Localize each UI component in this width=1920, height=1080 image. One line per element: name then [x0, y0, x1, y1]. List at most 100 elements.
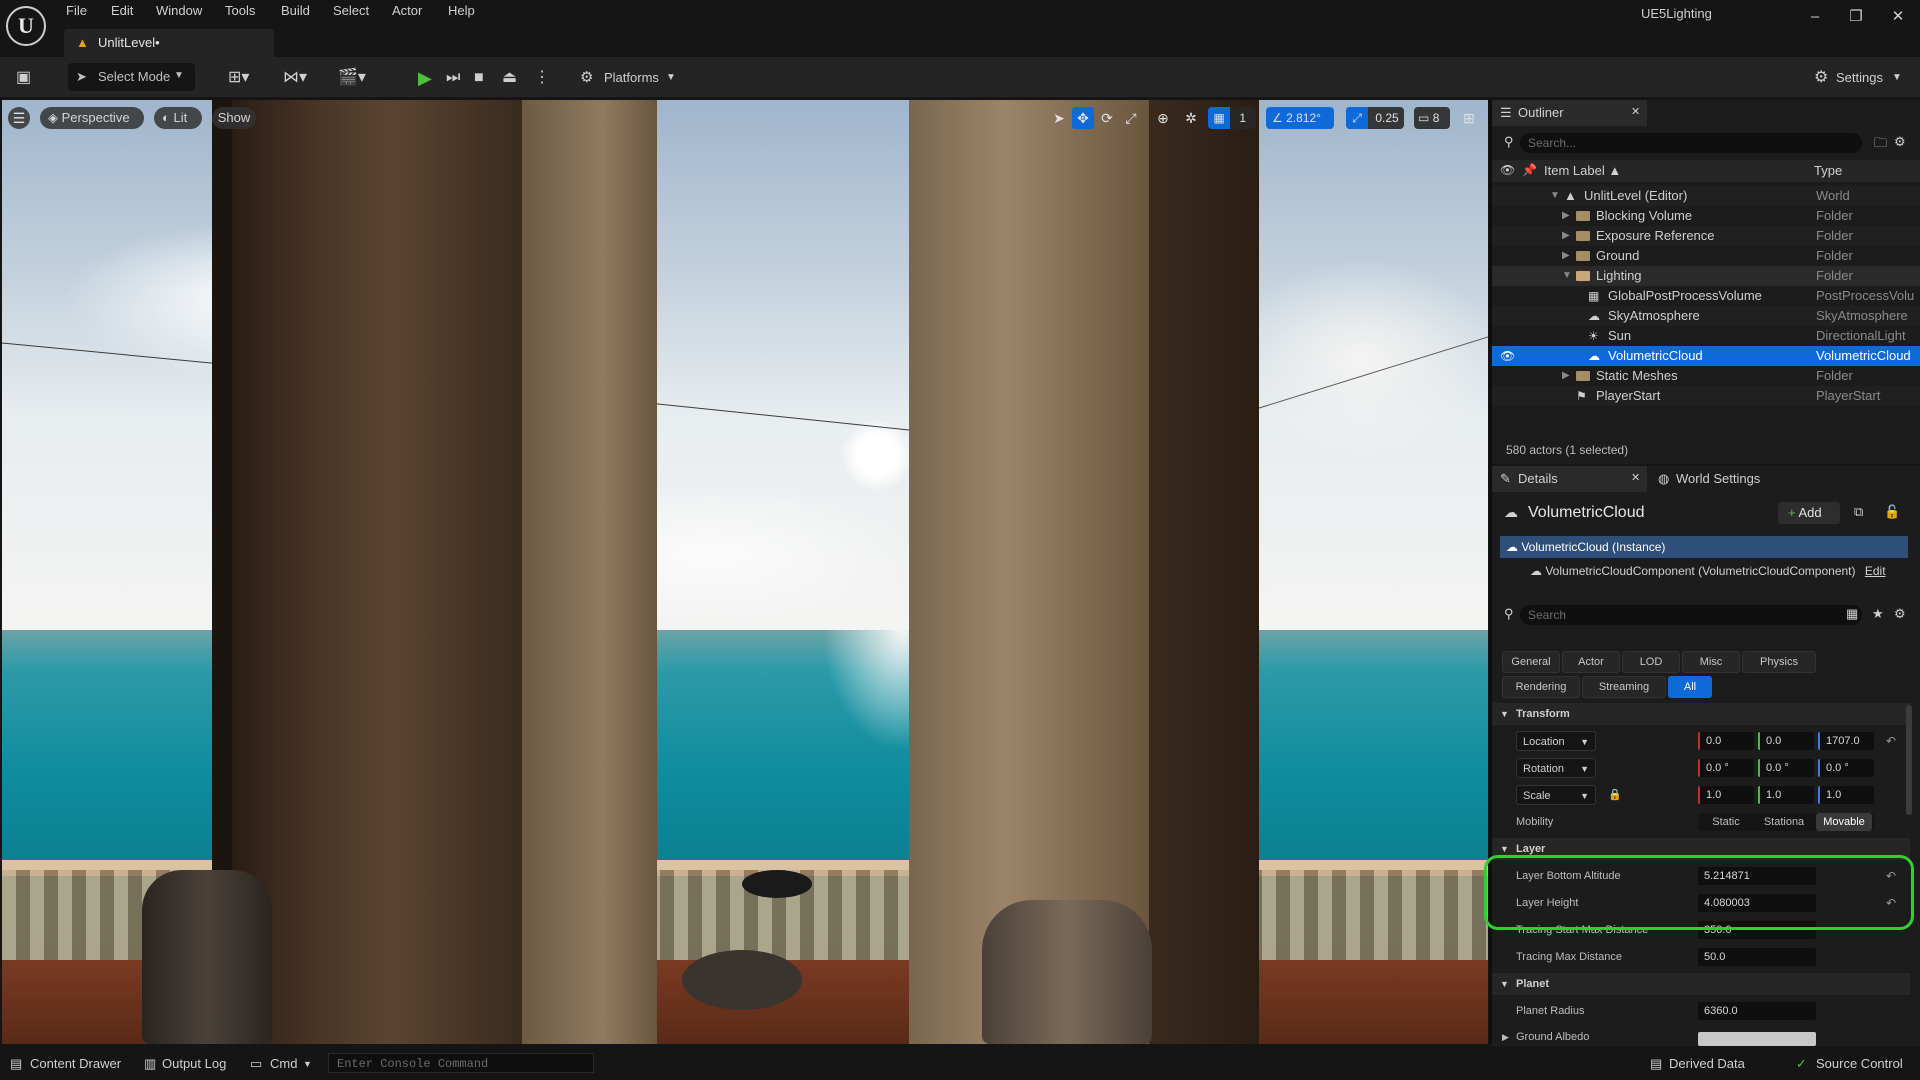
actor-name[interactable]: VolumetricCloud	[1528, 504, 1645, 522]
outliner-row[interactable]: ☁ SkyAtmosphere SkyAtmosphere	[1492, 306, 1920, 326]
outliner-row[interactable]: ▶ Exposure Reference Folder	[1492, 226, 1920, 246]
scale-y-field[interactable]: 1.0	[1758, 786, 1814, 804]
expand-arrow-icon[interactable]: ▶	[1562, 206, 1570, 226]
close-button[interactable]: ✕	[1880, 6, 1916, 28]
location-z-field[interactable]: 1707.0	[1818, 732, 1874, 750]
world-settings-tab[interactable]: ◍ World Settings	[1658, 466, 1788, 492]
outliner-row[interactable]: ▼ ▲ UnlitLevel (Editor) World	[1492, 186, 1920, 206]
viewport-menu-icon[interactable]: ☰	[8, 107, 30, 129]
filter-actor[interactable]: Actor	[1562, 651, 1620, 673]
details-settings-icon[interactable]: ⚙	[1894, 606, 1906, 622]
filter-misc[interactable]: Misc	[1682, 651, 1740, 673]
output-log-button[interactable]: Output Log	[162, 1056, 226, 1071]
menu-build[interactable]: Build	[281, 3, 310, 18]
filter-all[interactable]: All	[1668, 676, 1712, 698]
perspective-button[interactable]: ◈ Perspective	[40, 107, 144, 129]
mobility-static[interactable]: Static	[1698, 813, 1754, 831]
eject-icon[interactable]: ⏏	[502, 65, 517, 91]
lock-icon[interactable]: 🔒	[1608, 782, 1622, 808]
filter-streaming[interactable]: Streaming	[1582, 676, 1666, 698]
filter-general[interactable]: General	[1502, 651, 1560, 673]
settings-button[interactable]: Settings	[1836, 65, 1883, 91]
details-search-input[interactable]: Search	[1520, 605, 1862, 625]
rotate-tool-icon[interactable]: ⟳	[1096, 107, 1118, 129]
expand-arrow-icon[interactable]: ▶	[1562, 366, 1570, 386]
camera-speed[interactable]: ▭ 8	[1414, 107, 1450, 129]
save-icon[interactable]: ▣	[16, 65, 31, 91]
show-button[interactable]: Show	[212, 107, 256, 129]
viewport-layout-icon[interactable]: ⊞	[1458, 107, 1480, 129]
mobility-stationary[interactable]: Stationa	[1756, 813, 1812, 831]
level-tab[interactable]: ▲ UnlitLevel•	[64, 29, 274, 57]
planet-radius-field[interactable]: 6360.0	[1698, 1002, 1816, 1020]
location-x-field[interactable]: 0.0	[1698, 732, 1754, 750]
console-command-input[interactable]: Enter Console Command	[328, 1053, 594, 1073]
cmd-dropdown[interactable]: Cmd	[270, 1056, 297, 1071]
translate-tool-icon[interactable]: ✥	[1072, 107, 1094, 129]
outliner-row[interactable]: ▶ Static Meshes Folder	[1492, 366, 1920, 386]
transform-section[interactable]: ▼ Transform	[1492, 703, 1910, 725]
menu-file[interactable]: File	[66, 3, 87, 18]
filter-lod[interactable]: LOD	[1622, 651, 1680, 673]
close-icon[interactable]: ✕	[1631, 105, 1640, 118]
table-view-icon[interactable]: ▦	[1846, 606, 1858, 622]
rotation-x-field[interactable]: 0.0 °	[1698, 759, 1754, 777]
menu-select[interactable]: Select	[333, 3, 369, 18]
stop-icon[interactable]: ■	[474, 65, 484, 91]
location-y-field[interactable]: 0.0	[1758, 732, 1814, 750]
grid-snap[interactable]: ▦ 1	[1208, 107, 1256, 129]
menu-window[interactable]: Window	[156, 3, 202, 18]
mobility-movable[interactable]: Movable	[1816, 813, 1872, 831]
scale-dropdown[interactable]: Scale ▼	[1516, 785, 1596, 805]
cinematics-icon[interactable]: 🎬▾	[338, 65, 366, 91]
world-local-icon[interactable]: ⊕	[1152, 107, 1174, 129]
outliner-search-input[interactable]: Search...	[1520, 133, 1862, 153]
select-mode-dropdown[interactable]: ➤ Select Mode ▼	[68, 63, 195, 91]
menu-help[interactable]: Help	[448, 3, 475, 18]
lock-icon[interactable]: 🔓	[1884, 504, 1900, 520]
unreal-logo-icon[interactable]: U	[6, 6, 46, 46]
ground-albedo-swatch[interactable]	[1698, 1032, 1816, 1046]
filter-physics[interactable]: Physics	[1742, 651, 1816, 673]
expand-arrow-icon[interactable]: ▼	[1550, 186, 1560, 206]
outliner-row[interactable]: ▼ Lighting Folder	[1492, 266, 1920, 286]
add-folder-icon[interactable]: 🗀	[1874, 134, 1887, 156]
add-component-button[interactable]: + Add	[1778, 502, 1840, 524]
location-dropdown[interactable]: Location ▼	[1516, 731, 1596, 751]
blueprint-icon[interactable]: ⋈▾	[283, 65, 307, 91]
instance-row[interactable]: ☁ VolumetricCloud (Instance)	[1500, 536, 1908, 558]
content-drawer-button[interactable]: Content Drawer	[30, 1056, 121, 1071]
play-icon[interactable]: ▶	[418, 65, 432, 91]
surface-snap-icon[interactable]: ✲	[1180, 107, 1202, 129]
source-control-button[interactable]: Source Control	[1816, 1056, 1903, 1071]
menu-tools[interactable]: Tools	[225, 3, 255, 18]
outliner-settings-icon[interactable]: ⚙	[1894, 134, 1906, 150]
angle-snap[interactable]: ∠ 2.812°	[1266, 107, 1334, 129]
rotation-z-field[interactable]: 0.0 °	[1818, 759, 1874, 777]
derived-data-button[interactable]: Derived Data	[1669, 1056, 1745, 1071]
outliner-row[interactable]: ▦ GlobalPostProcessVolume PostProcessVol…	[1492, 286, 1920, 306]
restore-button[interactable]: ❐	[1838, 6, 1874, 28]
advance-frame-icon[interactable]: ⏭	[446, 65, 460, 91]
component-row[interactable]: ☁ VolumetricCloudComponent (VolumetricCl…	[1500, 560, 1920, 582]
expand-arrow-icon[interactable]: ▶	[1502, 1024, 1509, 1046]
platforms-button[interactable]: Platforms	[604, 65, 659, 91]
details-scrollbar[interactable]	[1906, 705, 1912, 815]
rotation-y-field[interactable]: 0.0 °	[1758, 759, 1814, 777]
scale-tool-icon[interactable]: ⤢	[1120, 107, 1142, 129]
edit-component-link[interactable]: Edit	[1859, 564, 1886, 578]
outliner-row[interactable]: ▶ Ground Folder	[1492, 246, 1920, 266]
blueprint-icon[interactable]: ⧉	[1854, 504, 1863, 520]
expand-arrow-icon[interactable]: ▶	[1562, 246, 1570, 266]
scale-z-field[interactable]: 1.0	[1818, 786, 1874, 804]
scale-x-field[interactable]: 1.0	[1698, 786, 1754, 804]
star-icon[interactable]: ★	[1872, 606, 1884, 622]
minimize-button[interactable]: –	[1797, 6, 1833, 28]
outliner-row[interactable]: ▶ Blocking Volume Folder	[1492, 206, 1920, 226]
rotation-dropdown[interactable]: Rotation ▼	[1516, 758, 1596, 778]
tracing-max-field[interactable]: 50.0	[1698, 948, 1816, 966]
type-column[interactable]: Type	[1814, 163, 1842, 178]
item-label-column[interactable]: Item Label ▲	[1544, 163, 1621, 178]
outliner-row[interactable]: ☀ Sun DirectionalLight	[1492, 326, 1920, 346]
select-tool-icon[interactable]: ➤	[1048, 107, 1070, 129]
